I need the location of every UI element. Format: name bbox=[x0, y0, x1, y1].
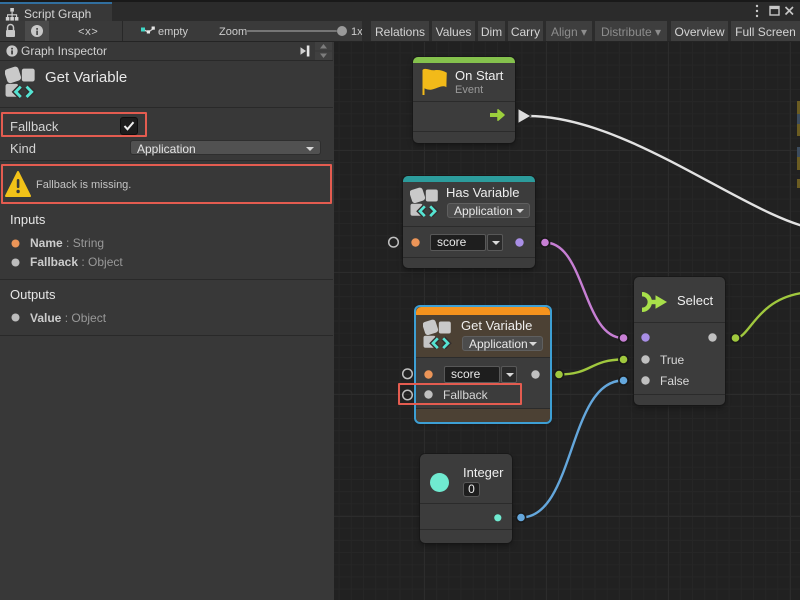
svg-text:<x>: <x> bbox=[78, 27, 98, 39]
svg-text:Zoom: Zoom bbox=[219, 26, 247, 38]
svg-text:empty: empty bbox=[158, 26, 188, 38]
